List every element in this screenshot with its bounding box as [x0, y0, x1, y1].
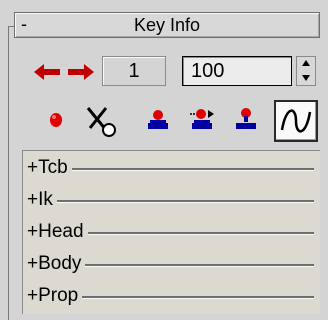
- time-input[interactable]: 100: [182, 56, 292, 86]
- list-item-label: +Body: [27, 249, 86, 279]
- set-key-icon: [148, 110, 168, 129]
- list-item[interactable]: +Tcb: [27, 153, 314, 183]
- key-info-rollout-header[interactable]: - Key Info: [14, 12, 320, 38]
- list-item-rule: [31, 200, 314, 203]
- curve-mode-button[interactable]: [274, 100, 318, 142]
- spinner-down-icon: [302, 75, 310, 81]
- time-spinner[interactable]: [296, 56, 316, 86]
- list-item[interactable]: +Body: [27, 249, 314, 279]
- move-key-icon: [190, 109, 214, 129]
- curve-icon: [280, 109, 312, 133]
- scissors-icon: [86, 107, 116, 137]
- list-item[interactable]: +Ik: [27, 185, 314, 215]
- spinner-up-button[interactable]: [297, 57, 315, 71]
- set-key-button[interactable]: [140, 102, 176, 138]
- arrow-left-icon: [34, 64, 60, 80]
- list-item[interactable]: +Head: [27, 217, 314, 247]
- list-item-label: +Tcb: [27, 153, 72, 183]
- next-key-button[interactable]: [66, 62, 94, 82]
- key-marker-icon: [236, 108, 256, 129]
- list-item-label: +Prop: [27, 281, 83, 311]
- spinner-up-icon: [302, 60, 310, 66]
- list-item-label: +Head: [27, 217, 88, 247]
- delete-key-button[interactable]: [82, 102, 118, 138]
- rollout-title: Key Info: [133, 15, 201, 35]
- prev-key-button[interactable]: [34, 62, 62, 82]
- list-item-label: +Ik: [27, 185, 57, 215]
- red-dot-button[interactable]: [40, 102, 76, 138]
- arrow-right-icon: [68, 64, 94, 80]
- key-number-display: 1: [102, 56, 166, 86]
- spinner-down-button[interactable]: [297, 71, 315, 85]
- move-key-button[interactable]: [184, 102, 220, 138]
- panel-frame-left: [8, 26, 9, 320]
- track-list: +Tcb +Ik +Head +Body +Prop: [22, 150, 320, 314]
- list-item[interactable]: +Prop: [27, 281, 314, 311]
- red-dot-icon: [50, 113, 62, 127]
- list-item-rule: [31, 168, 314, 171]
- key-marker-button[interactable]: [228, 102, 264, 138]
